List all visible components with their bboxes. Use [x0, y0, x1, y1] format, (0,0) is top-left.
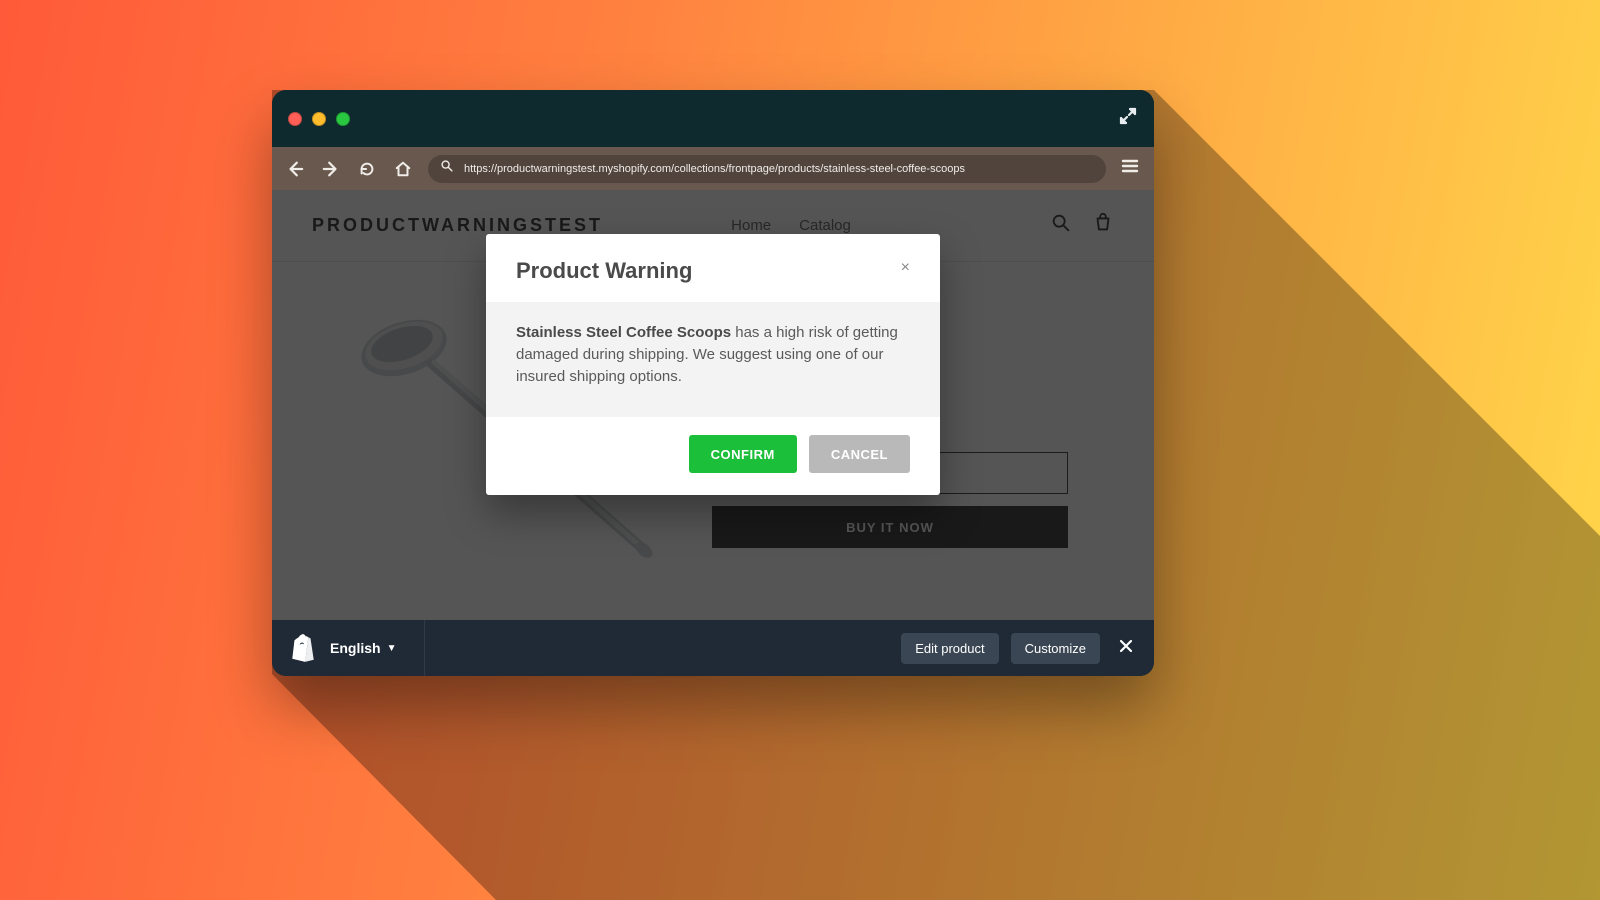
browser-window: PRODUCTWARNINGSTEST Home Catalog — [272, 90, 1154, 676]
home-button[interactable] — [392, 158, 414, 180]
page-content: PRODUCTWARNINGSTEST Home Catalog — [272, 190, 1154, 620]
language-label: English — [330, 640, 381, 656]
modal-body: Stainless Steel Coffee Scoops has a high… — [486, 302, 940, 417]
modal-close-button[interactable]: × — [901, 258, 910, 276]
window-titlebar — [272, 90, 1154, 147]
fullscreen-icon[interactable] — [1118, 106, 1138, 131]
window-close-button[interactable] — [288, 112, 302, 126]
shopify-admin-bar: English ▼ Edit product Customize — [272, 620, 1154, 676]
url-input[interactable] — [464, 163, 1094, 175]
divider — [424, 620, 425, 676]
caret-down-icon: ▼ — [387, 643, 397, 654]
search-icon — [440, 159, 454, 178]
shopify-logo-icon — [290, 633, 316, 663]
admin-bar-close-button[interactable] — [1112, 638, 1140, 659]
window-minimize-button[interactable] — [312, 112, 326, 126]
product-warning-modal: Product Warning × Stainless Steel Coffee… — [486, 234, 940, 495]
address-bar[interactable] — [428, 155, 1106, 183]
reload-button[interactable] — [356, 158, 378, 180]
confirm-button[interactable]: CONFIRM — [689, 435, 797, 473]
modal-title: Product Warning — [516, 258, 692, 284]
forward-button[interactable] — [320, 158, 342, 180]
edit-product-button[interactable]: Edit product — [901, 633, 998, 664]
back-button[interactable] — [284, 158, 306, 180]
menu-button[interactable] — [1120, 156, 1142, 181]
modal-product-name: Stainless Steel Coffee Scoops — [516, 324, 731, 341]
window-traffic-lights — [288, 112, 350, 126]
language-selector[interactable]: English ▼ — [330, 640, 396, 656]
customize-button[interactable]: Customize — [1011, 633, 1100, 664]
cancel-button[interactable]: CANCEL — [809, 435, 910, 473]
window-maximize-button[interactable] — [336, 112, 350, 126]
browser-toolbar — [272, 147, 1154, 190]
